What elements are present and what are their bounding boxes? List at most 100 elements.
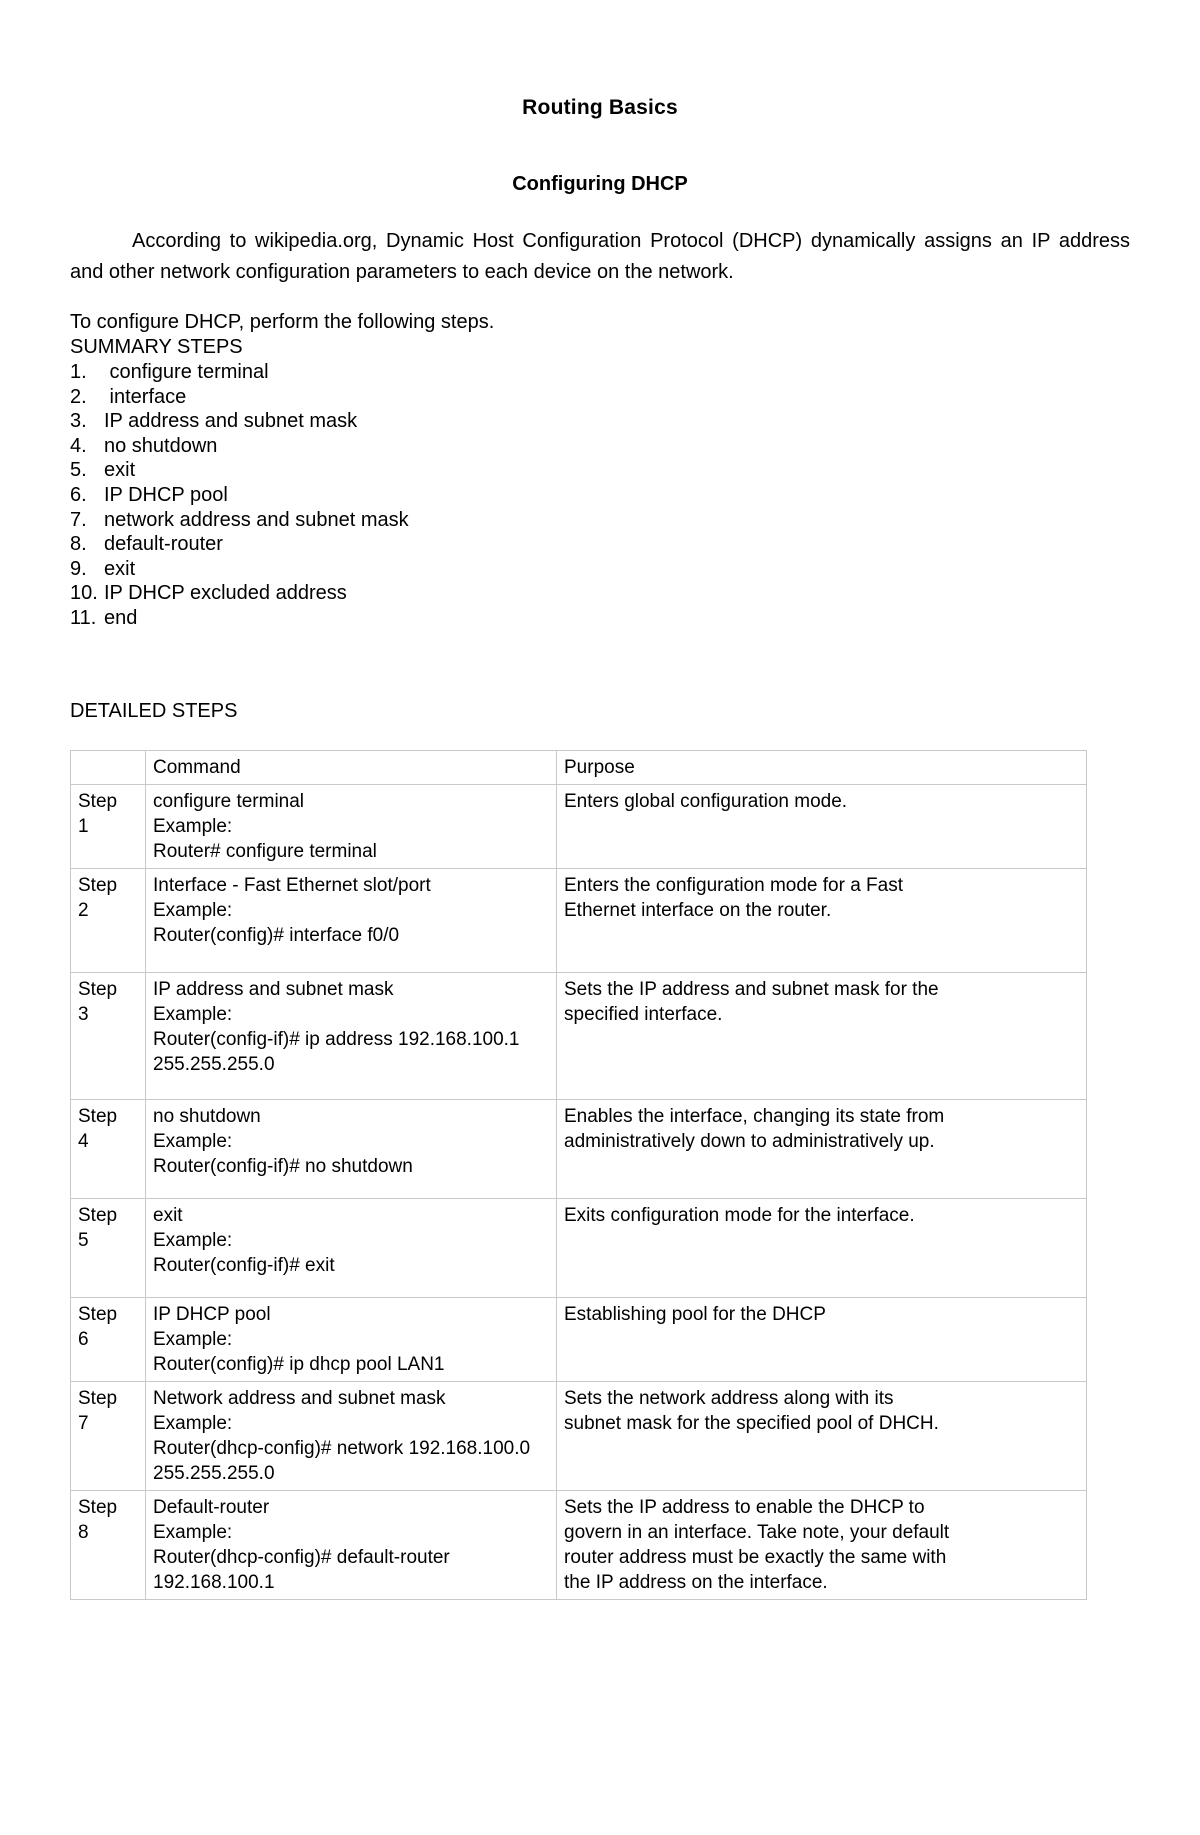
purpose-line: Enables the interface, changing its stat…	[564, 1105, 945, 1127]
command-line: configure terminal	[153, 790, 305, 812]
list-item: 8. default-router	[70, 532, 1130, 557]
step-index: 8	[78, 1521, 89, 1543]
list-item: 3. IP address and subnet mask	[70, 409, 1130, 434]
list-item-label: default-router	[104, 533, 223, 556]
command-line: Example:	[153, 815, 233, 837]
command-line: Example:	[153, 1328, 233, 1350]
purpose-line: Sets the IP address and subnet mask for …	[564, 978, 939, 1000]
detailed-steps-label: DETAILED STEPS	[70, 699, 238, 722]
step-index: 5	[78, 1229, 89, 1251]
list-item-label: network address and subnet mask	[104, 508, 409, 531]
table-row: Step 3 IP address and subnet mask Example: R…	[70, 971, 1087, 1100]
cell-command: Default-router Example: Router(dhcp-config…	[145, 1489, 557, 1600]
step-word: Step	[78, 1387, 118, 1409]
cell-command: IP address and subnet mask Example: Router…	[145, 971, 557, 1100]
command-line: Router(dhcp-config)# default-router	[153, 1546, 450, 1568]
cell-step-number: Step 8	[70, 1489, 146, 1600]
table-row: Step 5 exit Example: Router(config-if)# exit…	[70, 1197, 1087, 1298]
step-word: Step	[78, 1204, 118, 1226]
command-line: IP address and subnet mask	[153, 978, 394, 1000]
table-row: Step 4 no shutdown Example: Router(config-if…	[70, 1098, 1087, 1199]
command-line: exit	[153, 1204, 183, 1226]
list-item-number: 7.	[70, 508, 87, 531]
command-line: Router# configure terminal	[153, 840, 377, 862]
cell-step-number: Step 5	[70, 1197, 146, 1298]
purpose-line: Enters the configuration mode for a Fast	[564, 874, 904, 896]
step-word: Step	[78, 790, 118, 812]
purpose-line: subnet mask for the specified pool of DH…	[564, 1412, 939, 1434]
command-line: Example:	[153, 1412, 233, 1434]
section-heading: Configuring DHCP	[512, 173, 688, 195]
command-line: 255.255.255.0	[153, 1462, 275, 1484]
summary-steps-label: SUMMARY STEPS	[70, 336, 243, 358]
list-item-number: 5.	[70, 459, 87, 482]
command-line: Interface - Fast Ethernet slot/port	[153, 874, 431, 896]
list-item-label: exit	[104, 459, 136, 482]
cell-purpose: Enters the configuration mode for a Fast…	[556, 867, 1087, 973]
step-index: 6	[78, 1328, 89, 1350]
cell-step-number: Step 6	[70, 1296, 146, 1382]
list-item: 6. IP DHCP pool	[70, 483, 1130, 508]
column-header-command: Command	[145, 749, 557, 785]
page-title: Routing Basics	[522, 96, 678, 119]
list-item-number: 1.	[70, 361, 87, 383]
cell-purpose: Sets the IP address to enable the DHCP t…	[556, 1489, 1087, 1600]
cell-purpose: Sets the network address along with its s…	[556, 1380, 1087, 1491]
list-item-number: 9.	[70, 557, 87, 580]
list-item: 7. network address and subnet mask	[70, 508, 1130, 533]
command-line: Network address and subnet mask	[153, 1387, 446, 1409]
list-item-label: interface	[104, 385, 187, 408]
list-item-label: IP DHCP pool	[104, 483, 228, 506]
document-page: Routing Basics Configuring DHCP Accordin…	[0, 0, 1200, 1835]
list-item: 5. exit	[70, 458, 1130, 483]
column-header-step	[70, 749, 146, 785]
table-row: Step 2 Interface - Fast Ethernet slot/port…	[70, 867, 1087, 973]
detailed-steps-table: Command Purpose Step 1 configure terminal E…	[70, 749, 1087, 1600]
command-line: Example:	[153, 1003, 233, 1025]
intro-paragraph: According to wikipedia.org, Dynamic Host…	[70, 230, 1130, 283]
cell-command: configure terminal Example: Router# config…	[145, 783, 557, 869]
command-line: 255.255.255.0	[153, 1053, 275, 1075]
table-header: Command Purpose	[70, 749, 1087, 785]
command-line: Default-router	[153, 1496, 270, 1518]
cell-purpose: Sets the IP address and subnet mask for …	[556, 971, 1087, 1100]
table-header-row: Command Purpose	[70, 749, 1087, 785]
list-item: 11. end	[70, 606, 1130, 631]
command-line: Example:	[153, 1130, 233, 1152]
cell-command: IP DHCP pool Example: Router(config)# ip d…	[145, 1296, 557, 1382]
purpose-line: Exits configuration mode for the interfa…	[564, 1204, 915, 1226]
cell-purpose: Exits configuration mode for the interfa…	[556, 1197, 1087, 1298]
cell-step-number: Step 1	[70, 783, 146, 869]
cell-purpose: Enters global configuration mode.	[556, 783, 1087, 869]
cell-purpose: Establishing pool for the DHCP	[556, 1296, 1087, 1382]
purpose-line: router address must be exactly the same …	[564, 1546, 947, 1568]
cell-step-number: Step 2	[70, 867, 146, 973]
purpose-line: govern in an interface. Take note, your …	[564, 1521, 950, 1543]
list-item: 10. IP DHCP excluded address	[70, 581, 1130, 606]
list-item-number: 11.	[70, 606, 97, 629]
purpose-line: Sets the IP address to enable the DHCP t…	[564, 1496, 925, 1518]
step-index: 4	[78, 1130, 89, 1152]
step-index: 7	[78, 1412, 89, 1434]
list-item-label: no shutdown	[104, 434, 218, 457]
list-item-label: IP DHCP excluded address	[104, 582, 347, 605]
cell-step-number: Step 7	[70, 1380, 146, 1491]
list-item: 9. exit	[70, 557, 1130, 582]
command-line: 192.168.100.1	[153, 1571, 275, 1593]
purpose-line: Sets the network address along with its	[564, 1387, 894, 1409]
table-row: Step 8 Default-router Example: Router(dhcp-c…	[70, 1489, 1087, 1600]
cell-command: Network address and subnet mask Example: R…	[145, 1380, 557, 1491]
list-item: 2. interface	[70, 385, 1130, 410]
step-word: Step	[78, 874, 118, 896]
summary-steps-list: 1. configure terminal 2. interface 3. IP ad…	[70, 360, 1130, 631]
cell-command: exit Example: Router(config-if)# exit	[145, 1197, 557, 1298]
command-line: IP DHCP pool	[153, 1303, 271, 1325]
command-line: Router(config)# ip dhcp pool LAN1	[153, 1353, 445, 1375]
purpose-line: Establishing pool for the DHCP	[564, 1303, 826, 1325]
purpose-line: the IP address on the interface.	[564, 1571, 828, 1593]
column-header-purpose: Purpose	[556, 749, 1087, 785]
list-item: 4. no shutdown	[70, 434, 1130, 459]
purpose-line: specified interface.	[564, 1003, 723, 1025]
step-word: Step	[78, 1303, 118, 1325]
command-line: Router(config)# interface f0/0	[153, 924, 400, 946]
